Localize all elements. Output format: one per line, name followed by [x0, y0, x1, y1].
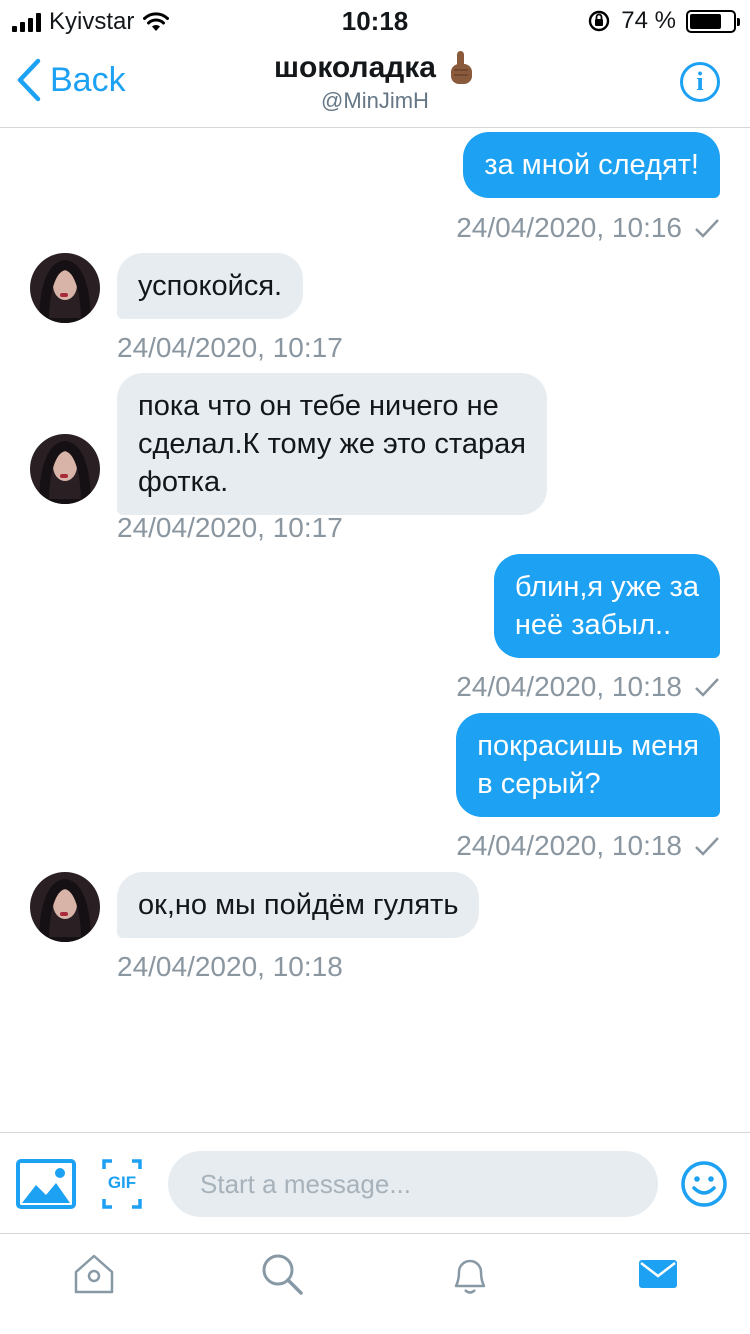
message-line: блин,я уже за	[514, 571, 699, 603]
sent-check-icon	[695, 837, 719, 856]
photo-icon[interactable]	[16, 1159, 76, 1209]
avatar[interactable]	[30, 872, 100, 942]
message-timestamp: 24/04/2020, 10:18	[456, 671, 720, 703]
timestamp-text: 24/04/2020, 10:18	[117, 951, 343, 982]
info-button[interactable]: i	[680, 62, 720, 102]
contact-handle: @MinJimH	[321, 88, 429, 113]
timestamp-text: 24/04/2020, 10:17	[117, 512, 343, 543]
message-line: фотка.	[138, 466, 229, 498]
status-right: 74 %	[587, 7, 740, 35]
message-timestamp: 24/04/2020, 10:17	[117, 512, 343, 544]
outgoing-message[interactable]: покрасишь меня в серый?	[456, 713, 720, 817]
timestamp-text: 24/04/2020, 10:16	[456, 212, 682, 243]
incoming-message[interactable]: ок,но мы пойдём гулять	[117, 872, 480, 938]
message-line: сделал.К тому же это старая	[138, 428, 526, 460]
sent-check-icon	[695, 219, 719, 238]
message-timestamp: 24/04/2020, 10:17	[117, 332, 343, 364]
incoming-message[interactable]: пока что он тебе ничего не сделал.К тому…	[117, 373, 547, 515]
rotation-lock-icon	[589, 10, 610, 32]
emoji-icon[interactable]	[680, 1160, 728, 1208]
gif-label: GIF	[107, 1173, 137, 1192]
outgoing-message[interactable]: за мной следят!	[463, 132, 720, 198]
message-thread[interactable]: за мной следят! 24/04/2020, 10:16 успоко…	[0, 130, 750, 1130]
message-composer: GIF	[0, 1132, 750, 1234]
contact-name: шоколадка	[273, 51, 436, 84]
incoming-message[interactable]: успокойся.	[117, 253, 304, 319]
message-bubble[interactable]: блин,я уже за неё забыл..	[493, 554, 720, 658]
message-bubble[interactable]: за мной следят!	[463, 132, 720, 198]
timestamp-text: 24/04/2020, 10:18	[456, 830, 682, 861]
messages-icon[interactable]	[636, 1252, 680, 1296]
search-icon[interactable]	[260, 1252, 304, 1296]
battery-percent: 74 %	[621, 7, 676, 34]
message-bubble[interactable]: пока что он тебе ничего не сделал.К тому…	[117, 373, 547, 515]
message-bubble[interactable]: покрасишь меня в серый?	[456, 713, 720, 817]
timestamp-text: 24/04/2020, 10:18	[456, 671, 682, 702]
avatar[interactable]	[30, 434, 100, 504]
conversation-header: Back шоколадка @MinJimH i	[0, 40, 750, 128]
avatar[interactable]	[30, 253, 100, 323]
status-bar: Kyivstar 10:18 74 %	[0, 0, 750, 40]
message-line: неё забыл..	[514, 609, 672, 641]
conversation-title[interactable]: шоколадка @MinJimH	[0, 50, 750, 114]
pointing-up-emoji	[451, 51, 472, 84]
message-bubble[interactable]: ок,но мы пойдём гулять	[117, 872, 480, 938]
message-timestamp: 24/04/2020, 10:16	[456, 212, 720, 244]
sent-check-icon	[695, 678, 719, 697]
message-line: пока что он тебе ничего не	[138, 390, 499, 422]
tab-bar	[0, 1234, 750, 1334]
gif-button[interactable]: GIF	[102, 1159, 142, 1209]
battery-icon	[686, 9, 740, 33]
battery-fill	[690, 13, 722, 29]
message-line: в серый?	[477, 768, 601, 800]
notifications-icon[interactable]	[448, 1252, 492, 1296]
message-timestamp: 24/04/2020, 10:18	[456, 830, 720, 862]
message-timestamp: 24/04/2020, 10:18	[117, 951, 343, 983]
timestamp-text: 24/04/2020, 10:17	[117, 332, 343, 363]
message-bubble[interactable]: успокойся.	[117, 253, 304, 319]
outgoing-message[interactable]: блин,я уже за неё забыл..	[493, 554, 720, 658]
home-icon[interactable]	[72, 1252, 116, 1296]
message-line: покрасишь меня	[477, 730, 699, 762]
message-input[interactable]	[168, 1151, 658, 1217]
info-icon: i	[696, 67, 704, 96]
